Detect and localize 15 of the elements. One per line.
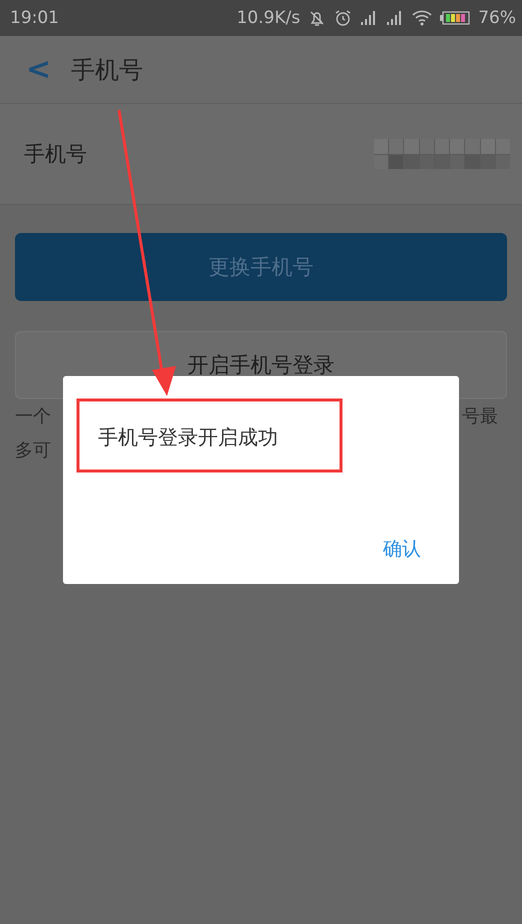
page-title: 手机号 <box>71 54 144 86</box>
alarm-icon <box>334 9 352 27</box>
change-phone-button[interactable]: 更换手机号 <box>15 233 507 301</box>
phone-label: 手机号 <box>24 141 88 168</box>
battery-icon <box>440 11 470 25</box>
back-button[interactable]: < <box>22 52 56 87</box>
clock: 19:01 <box>10 8 59 28</box>
dialog-message: 手机号登录开启成功 <box>98 424 278 451</box>
network-speed: 10.9K/s <box>236 8 300 28</box>
description-text: 多可 <box>15 439 51 462</box>
description-text: 号最 <box>462 405 498 428</box>
wifi-icon <box>412 10 432 26</box>
description-text: 一个 <box>15 405 51 428</box>
battery-percent: 76% <box>478 8 516 28</box>
confirm-button[interactable]: 确认 <box>381 534 423 564</box>
